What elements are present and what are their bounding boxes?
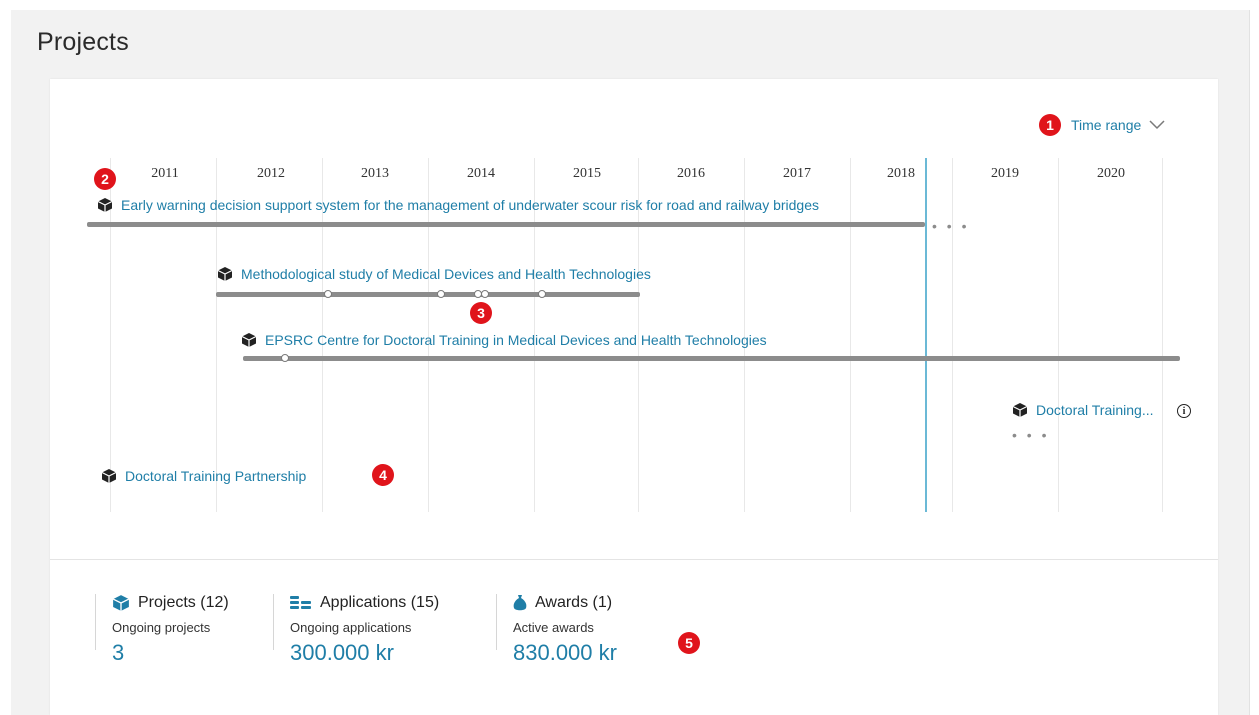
coins-icon	[290, 596, 311, 609]
stat-value: 830.000 kr	[513, 640, 617, 665]
year-label: 2020	[1097, 166, 1125, 181]
annotation-badge-1: 1	[1039, 114, 1061, 136]
project-link-methodological-study[interactable]: Methodological study of Medical Devices …	[217, 266, 651, 282]
grid-line	[952, 158, 953, 512]
grid-line	[1162, 158, 1163, 512]
milestone-marker[interactable]	[437, 290, 445, 298]
year-label: 2014	[467, 166, 495, 181]
project-duration-bar[interactable]	[216, 292, 640, 297]
stat-header: Projects (12)	[112, 594, 272, 612]
grid-line	[1058, 158, 1059, 512]
annotation-badge-2: 2	[94, 168, 116, 190]
year-label: 2018	[887, 166, 915, 181]
chevron-down-icon	[1149, 120, 1165, 130]
cube-icon	[1012, 403, 1028, 417]
time-range-label: Time range	[1071, 117, 1142, 133]
stat-sublabel: Active awards	[513, 620, 594, 635]
cube-icon	[217, 267, 233, 281]
stat-applications[interactable]: Applications (15) Ongoing applications 3…	[273, 594, 495, 665]
cube-icon	[112, 595, 130, 611]
project-title: Doctoral Training...	[1036, 402, 1154, 418]
annotation-badge-4: 4	[372, 464, 394, 486]
year-label: 2016	[677, 166, 705, 181]
year-label: 2019	[991, 166, 1019, 181]
project-duration-bar[interactable]	[243, 356, 1180, 361]
info-icon[interactable]: i	[1177, 404, 1191, 418]
project-title: Doctoral Training Partnership	[125, 468, 307, 484]
stat-label: Applications (15)	[320, 594, 440, 611]
stat-sublabel: Ongoing projects	[112, 620, 211, 635]
more-indicator[interactable]: • • •	[1012, 428, 1049, 442]
stat-value: 300.000 kr	[290, 640, 394, 665]
stat-awards[interactable]: Awards (1) Active awards 830.000 kr	[496, 594, 693, 665]
page-title: Projects	[37, 28, 129, 56]
cube-icon	[241, 333, 257, 347]
stat-label: Awards (1)	[535, 594, 613, 611]
project-link-scour-risk[interactable]: Early warning decision support system fo…	[97, 197, 819, 213]
year-label: 2012	[257, 166, 285, 181]
stat-sublabel: Ongoing applications	[290, 620, 412, 635]
time-range-dropdown[interactable]: Time range	[1071, 117, 1165, 133]
stat-header: Awards (1)	[513, 594, 693, 612]
annotation-badge-5: 5	[678, 632, 700, 654]
stat-projects[interactable]: Projects (12) Ongoing projects 3	[95, 594, 272, 665]
current-date-marker	[925, 158, 927, 512]
milestone-marker[interactable]	[481, 290, 489, 298]
project-link-epsrc-centre[interactable]: EPSRC Centre for Doctoral Training in Me…	[241, 332, 767, 348]
project-link-doctoral-training[interactable]: Doctoral Training...	[1012, 402, 1154, 418]
milestone-marker[interactable]	[281, 354, 289, 362]
grid-line	[850, 158, 851, 512]
year-label: 2011	[151, 166, 179, 181]
money-bag-icon	[513, 595, 527, 611]
cube-icon	[97, 198, 113, 212]
milestone-marker[interactable]	[324, 290, 332, 298]
more-indicator[interactable]: • • •	[932, 219, 969, 233]
year-label: 2015	[573, 166, 601, 181]
stat-value: 3	[112, 640, 125, 665]
project-title: Methodological study of Medical Devices …	[241, 266, 651, 282]
stat-label: Projects (12)	[138, 594, 229, 611]
project-link-doctoral-training-partnership[interactable]: Doctoral Training Partnership	[101, 468, 306, 484]
project-title: EPSRC Centre for Doctoral Training in Me…	[265, 332, 767, 348]
cube-icon	[101, 469, 117, 483]
annotation-badge-3: 3	[470, 302, 492, 324]
stat-header: Applications (15)	[290, 594, 495, 612]
project-title: Early warning decision support system fo…	[121, 197, 819, 213]
project-duration-bar[interactable]	[87, 222, 925, 227]
year-label: 2017	[783, 166, 811, 181]
milestone-marker[interactable]	[538, 290, 546, 298]
year-label: 2013	[361, 166, 389, 181]
section-divider	[50, 559, 1218, 560]
